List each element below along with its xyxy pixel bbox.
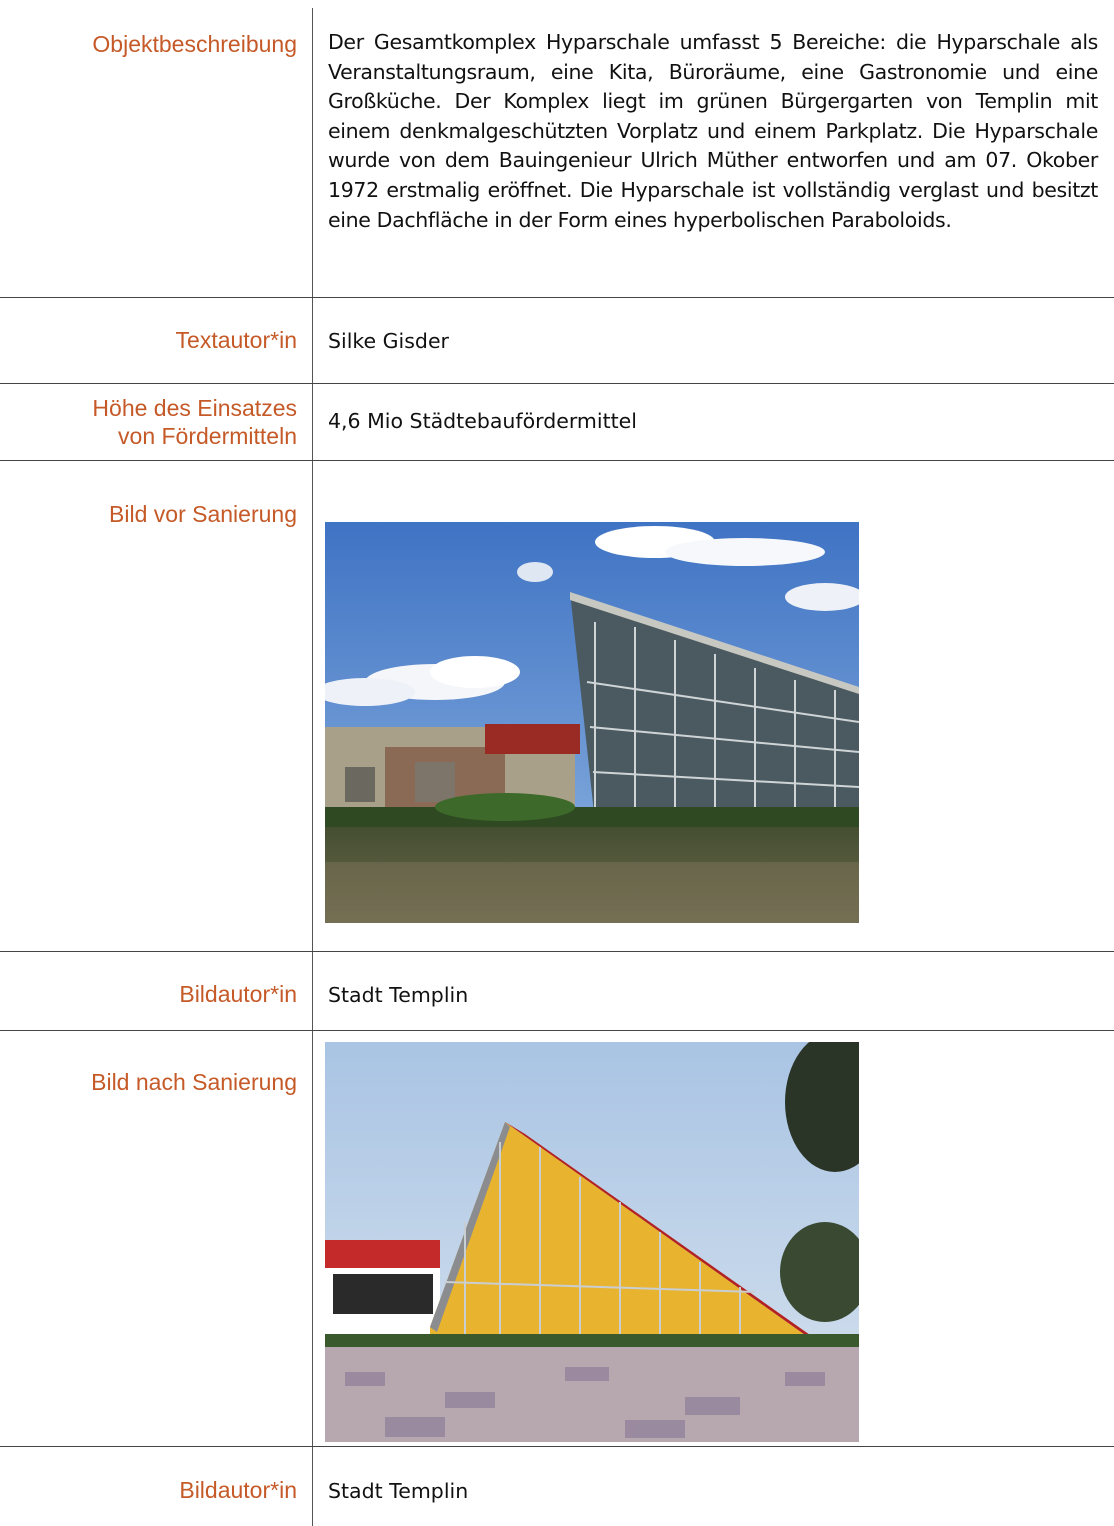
- funding-label: Höhe des Einsatzes von Fördermitteln: [0, 394, 297, 450]
- row-divider: [0, 1030, 1114, 1031]
- description-text: Der Gesamtkomplex Hyparschale umfasst 5 …: [328, 30, 1098, 232]
- photo-after-renovation: [325, 1042, 859, 1442]
- text-author-value: Silke Gisder: [328, 329, 449, 353]
- row-divider: [0, 1446, 1114, 1447]
- image-before-label: Bild vor Sanierung: [109, 501, 297, 527]
- photo-before-graphic: [325, 522, 859, 923]
- photo-before-renovation: [325, 522, 859, 923]
- image-author-2-value: Stadt Templin: [328, 1479, 469, 1503]
- photo-after-graphic: [325, 1042, 859, 1442]
- funding-label-line1: Höhe des Einsatzes: [92, 395, 297, 421]
- image-author-1-label: Bildautor*in: [179, 981, 297, 1007]
- text-author-label: Textautor*in: [175, 327, 297, 353]
- funding-label-line2: von Fördermitteln: [118, 423, 297, 449]
- image-after-label: Bild nach Sanierung: [91, 1069, 297, 1095]
- row-divider: [0, 297, 1114, 298]
- row-divider: [0, 951, 1114, 952]
- row-divider: [0, 460, 1114, 461]
- image-author-1-value: Stadt Templin: [328, 983, 469, 1007]
- funding-value: 4,6 Mio Städtebaufördermittel: [328, 409, 637, 433]
- row-divider: [0, 383, 1114, 384]
- description-label: Objektbeschreibung: [92, 31, 297, 57]
- column-divider: [312, 8, 313, 1526]
- image-author-2-label: Bildautor*in: [179, 1477, 297, 1503]
